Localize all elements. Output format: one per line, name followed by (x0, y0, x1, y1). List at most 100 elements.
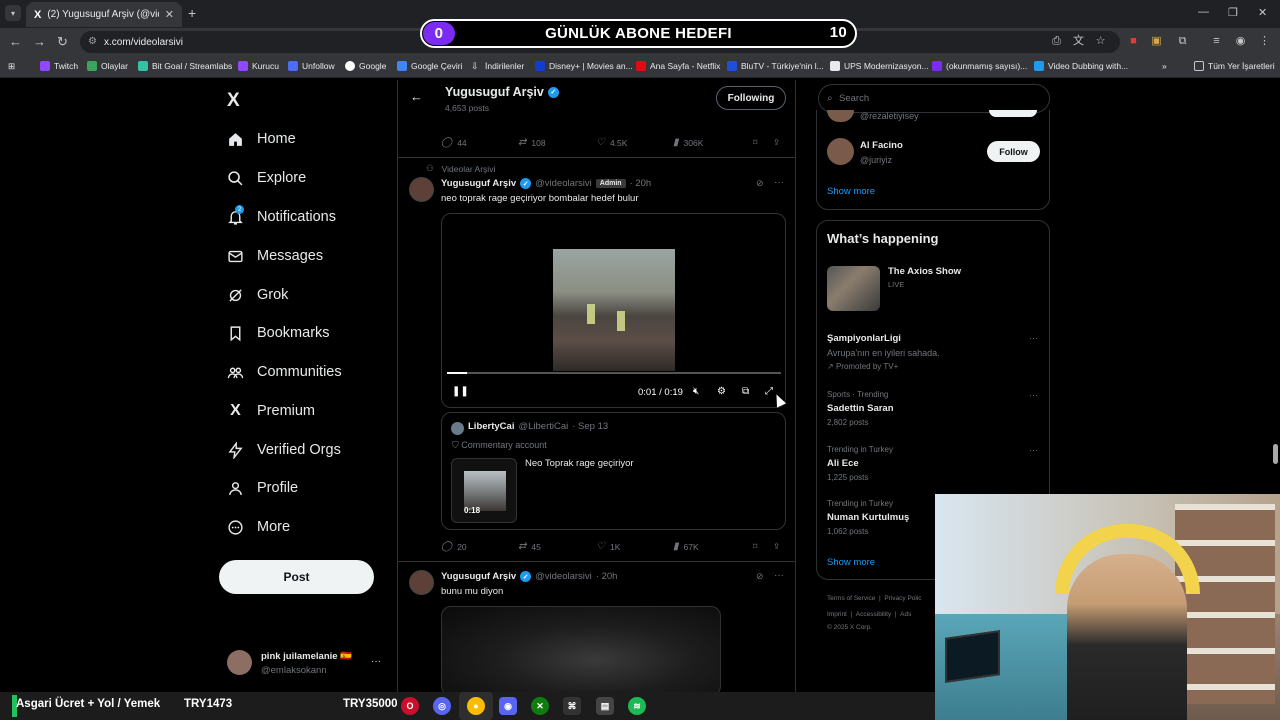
views-button[interactable]: ▮ 306K (673, 137, 703, 148)
account-more-icon[interactable]: ··· (371, 656, 381, 667)
nav-premium[interactable]: X Premium (227, 396, 315, 426)
menu-dots-icon[interactable]: ⋮ (1258, 35, 1271, 48)
nav-bookmarks[interactable]: Bookmarks (227, 318, 330, 348)
tweet-time[interactable]: · 20h (596, 571, 618, 582)
share-icon[interactable]: ⇪ (773, 541, 780, 552)
profile-icon[interactable]: ◉ (1234, 35, 1247, 48)
settings-gear-icon[interactable]: ⚙ (717, 386, 726, 397)
bookmark-google[interactable]: Google (345, 61, 386, 71)
nav-grok[interactable]: Grok (227, 280, 288, 310)
site-info-icon[interactable]: ⚙ (88, 36, 97, 47)
nav-home[interactable]: Home (227, 124, 296, 154)
author-name[interactable]: Yugusuguf Arşiv (441, 571, 516, 582)
bookmark-blutv[interactable]: BluTV - Türkiye'nin l... (727, 61, 824, 71)
bookmark-twitch[interactable]: Twitch (40, 61, 78, 71)
bookmark-tweet-icon[interactable]: ⌑ (753, 137, 757, 148)
translate-icon[interactable]: 文 (1072, 35, 1085, 48)
accessibility-link[interactable]: Accessibility (856, 611, 891, 618)
all-bookmarks-button[interactable]: Tüm Yer İşaretleri (1194, 61, 1275, 71)
app-tool-icon[interactable]: ▤ (596, 697, 614, 715)
like-button[interactable]: ♡ 4.5K (596, 137, 627, 148)
author-handle[interactable]: @videolarsivi (535, 571, 592, 582)
quoted-tweet[interactable]: LibertyCai @LibertiCai · Sep 13 ⛉ Commen… (441, 412, 786, 530)
repost-button[interactable]: ⇄ 108 (518, 137, 546, 148)
close-window-icon[interactable]: ✕ (1258, 6, 1267, 19)
new-tab-button[interactable]: + (188, 5, 196, 21)
bookmark-indirilenler[interactable]: ⇩ İndirilenler (471, 61, 524, 71)
repost-button[interactable]: ⇄ 45 (518, 541, 541, 552)
pip-icon[interactable]: ⧉ (742, 386, 749, 397)
bookmark-unfollow[interactable]: Unfollow (288, 61, 335, 71)
bookmark-ups[interactable]: UPS Modernizasyon... (830, 61, 929, 71)
tweet-media[interactable] (441, 606, 721, 692)
nav-more[interactable]: More (227, 512, 290, 542)
chrome-icon[interactable]: ● (467, 697, 485, 715)
bookmark-disney[interactable]: Disney+ | Movies an... (535, 61, 633, 71)
app-swirl-icon[interactable]: ◎ (433, 697, 451, 715)
show-more-link[interactable]: Show more (827, 557, 875, 568)
star-icon[interactable]: ☆ (1094, 35, 1107, 48)
like-button[interactable]: ♡ 1K (596, 541, 620, 552)
spotify-icon[interactable]: ≋ (628, 697, 646, 715)
back-arrow-icon[interactable]: ← (410, 89, 423, 104)
reply-button[interactable]: ◯ 20 (441, 541, 467, 552)
quoted-video-thumbnail[interactable]: 0:18 (451, 458, 517, 523)
terms-link[interactable]: Terms of Service (827, 595, 875, 602)
tab-search-button[interactable]: ▾ (5, 5, 21, 21)
bookmark-okunmamis[interactable]: (okunmamış sayısı)... (932, 61, 1027, 71)
search-input[interactable]: ⌕ Search (818, 84, 1050, 113)
apps-grid-icon[interactable]: ⊞ (8, 61, 15, 72)
opera-icon[interactable]: O (401, 697, 419, 715)
bookmark-netflix[interactable]: Ana Sayfa - Netflix (636, 61, 720, 71)
back-arrow-icon[interactable]: ← (9, 34, 22, 49)
ads-link[interactable]: Ads (900, 611, 911, 618)
media-control-icon[interactable]: ≡ (1210, 35, 1223, 48)
trend-item[interactable]: Trending in Turkey Ali Ece 1,225 posts ·… (827, 445, 1041, 482)
video-player[interactable]: ❚❚ 0:01 / 0:19 🔇︎ ⚙ ⧉ ⤢ (441, 213, 786, 408)
axios-show-title[interactable]: The Axios Show (888, 266, 961, 277)
more-icon[interactable]: ··· (774, 177, 784, 188)
scrollbar-thumb[interactable] (1273, 444, 1278, 464)
show-more-link[interactable]: Show more (827, 186, 875, 197)
avatar[interactable] (409, 570, 434, 595)
extension-notes-icon[interactable]: ▣ (1150, 35, 1163, 48)
bookmark-video-dubbing[interactable]: Video Dubbing with... (1034, 61, 1128, 71)
trend-item[interactable]: Sports · Trending Sadettin Saran 2,802 p… (827, 390, 1041, 427)
video-progress-bar[interactable] (447, 372, 781, 374)
grok-icon[interactable]: ⊘ (756, 571, 764, 582)
pause-icon[interactable]: ❚❚ (452, 386, 469, 397)
forward-arrow-icon[interactable]: → (33, 34, 46, 49)
bookmark-bit-goal[interactable]: Bit Goal / Streamlabs (138, 61, 232, 71)
more-icon[interactable]: ··· (774, 570, 784, 581)
bookmark-tweet-icon[interactable]: ⌑ (753, 541, 757, 552)
bookmarks-overflow-icon[interactable]: » (1162, 61, 1167, 71)
tab-close-icon[interactable]: ✕ (165, 8, 174, 21)
nav-profile[interactable]: Profile (227, 473, 298, 503)
nav-messages[interactable]: Messages (227, 241, 323, 271)
bookmark-google-ceviri[interactable]: Google Çeviri (397, 61, 463, 71)
following-button[interactable]: Following (716, 86, 786, 110)
mute-icon[interactable]: 🔇︎ (693, 386, 699, 397)
nav-communities[interactable]: Communities (227, 357, 342, 387)
views-button[interactable]: ▮ 67K (673, 541, 699, 552)
discord-icon[interactable]: ◉ (499, 697, 517, 715)
bookmark-olaylar[interactable]: Olaylar (87, 61, 128, 71)
more-icon[interactable]: ··· (1029, 333, 1038, 343)
user-name[interactable]: Al Facino (860, 140, 903, 151)
xbox-icon[interactable]: ✕ (531, 697, 549, 715)
tweet-time[interactable]: · 20h (630, 178, 652, 189)
imprint-link[interactable]: Imprint (827, 611, 847, 618)
share-icon[interactable]: ⇪ (773, 137, 780, 148)
avatar[interactable] (409, 177, 434, 202)
follow-button[interactable]: Follow (987, 141, 1040, 162)
author-handle[interactable]: @videolarsivi (535, 178, 592, 189)
more-icon[interactable]: ··· (1029, 390, 1038, 400)
extensions-puzzle-icon[interactable]: ⧉ (1176, 35, 1189, 48)
reply-button[interactable]: ◯ 44 (441, 137, 467, 148)
avatar[interactable] (827, 138, 854, 165)
axios-show-thumbnail[interactable] (827, 266, 880, 311)
trend-item[interactable]: ŞampiyonlarLigi Avrupa'nın en iyileri sa… (827, 333, 1041, 371)
browser-tab-active[interactable]: X (2) Yugusuguf Arşiv (@videolar ✕ (26, 2, 182, 27)
account-switcher[interactable]: pink juilamelanie 🇪🇸 @emlaksokann ··· (227, 648, 387, 680)
author-name[interactable]: Yugusuguf Arşiv (441, 178, 516, 189)
